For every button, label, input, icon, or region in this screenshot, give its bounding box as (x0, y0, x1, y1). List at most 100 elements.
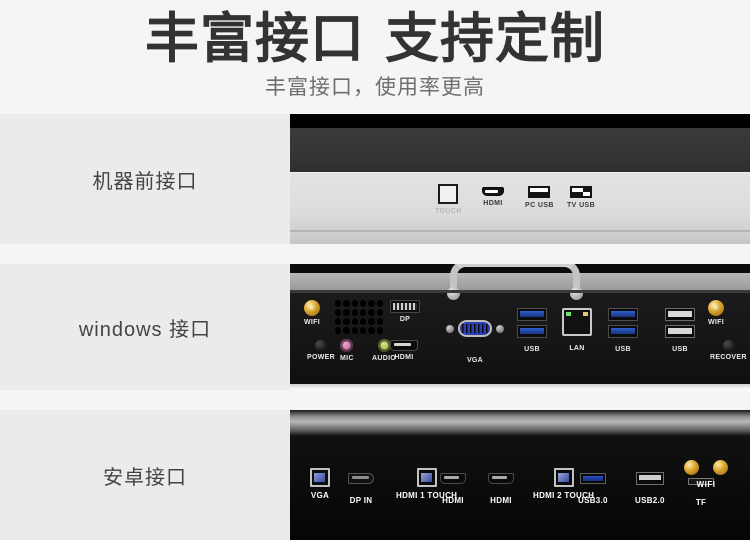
port-usb-3[interactable]: USB (665, 308, 695, 353)
port-label: USB (615, 346, 631, 353)
vga-screw-icon (446, 324, 454, 333)
section-front-ports: 机器前接口 TOUCH HDMI PC USB TV USB (0, 114, 750, 244)
usb-stack (517, 308, 547, 338)
port-label: HDMI (483, 200, 503, 207)
port-usb-1[interactable]: USB (517, 308, 547, 353)
port-label: DP (399, 316, 411, 323)
hdmi-port-icon (488, 473, 514, 484)
usb3-port-icon (608, 325, 638, 338)
usb-port-icon (528, 186, 551, 198)
port-label: VGA (310, 491, 330, 500)
port-label: MIC (340, 355, 354, 362)
port-usb30[interactable]: USB3.0 (578, 473, 608, 506)
usb-port-icon (570, 186, 593, 198)
port-label: USB (672, 346, 688, 353)
port-power[interactable]: POWER (307, 340, 335, 361)
port-mic[interactable]: MIC (340, 339, 354, 362)
port-vga[interactable]: VGA (446, 320, 504, 364)
port-label: WIFI (708, 319, 724, 326)
photo-android-ports: VGA DP IN HDMI 1 TOUCH HDMI HDMI HDMI 2 … (290, 410, 750, 540)
vga-port-icon (310, 468, 330, 487)
hdmi-port-icon (440, 473, 466, 484)
port-touch[interactable]: TOUCH (435, 184, 462, 215)
port-wifi-right[interactable]: WIFI (708, 300, 724, 326)
front-port-cluster: TOUCH HDMI PC USB TV USB (290, 172, 750, 244)
page-title: 丰富接口 支持定制 (0, 8, 750, 70)
display-top-black-bar (290, 114, 750, 128)
hdmi-touch-port-icon (553, 468, 574, 487)
section-android-ports: 安卓接口 VGA DP IN HDMI 1 TOUCH HDMI HDMI HD… (0, 410, 750, 540)
port-hdmi-a[interactable]: HDMI (440, 473, 466, 506)
port-label: RECOVER (710, 354, 747, 361)
port-label: VGA (466, 357, 484, 364)
section-label-front: 机器前接口 (92, 170, 198, 193)
port-label: USB2.0 (635, 496, 665, 505)
port-label: WIFI (304, 319, 320, 326)
port-tv-usb[interactable]: TV USB (567, 186, 595, 209)
hdmi-port-icon (482, 187, 504, 196)
plate-top-edge (290, 290, 750, 293)
port-label: POWER (307, 354, 335, 361)
wifi-antenna-icon (304, 300, 320, 316)
vga-port-icon (458, 320, 492, 337)
port-label: PC USB (525, 202, 554, 209)
wifi-antenna-icon (708, 300, 724, 316)
port-label: WIFI (696, 480, 716, 489)
port-label: USB (524, 346, 540, 353)
recover-button-icon[interactable] (722, 340, 734, 351)
port-wifi-left[interactable]: WIFI (304, 300, 320, 326)
photo-front-ports: TOUCH HDMI PC USB TV USB (290, 114, 750, 244)
port-hdmi[interactable]: HDMI (482, 187, 504, 207)
port-label: USB3.0 (578, 496, 608, 505)
port-label: HDMI (490, 496, 512, 505)
page-subtitle: 丰富接口，使用率更高 (265, 76, 485, 99)
displayport-icon (390, 300, 420, 313)
usb3-port-icon (517, 325, 547, 338)
port-label: HDMI (394, 354, 414, 361)
port-label: HDMI (442, 496, 464, 505)
vga-assembly (446, 320, 504, 337)
usb-stack (608, 308, 638, 338)
port-label: DP IN (349, 496, 373, 505)
photo-windows-ports: WIFI DP POWER MIC AUDIO HDMI VGA USB LAN… (290, 264, 750, 390)
section-label-android: 安卓接口 (103, 466, 187, 489)
panel-bottom-edge (290, 384, 750, 390)
wifi-antenna-icon (713, 460, 728, 475)
port-vga[interactable]: VGA (310, 468, 330, 501)
vga-screw-icon (496, 324, 504, 333)
port-lan[interactable]: LAN (562, 308, 592, 352)
page-title-part2: 支持定制 (385, 9, 605, 69)
display-dark-band (290, 128, 750, 172)
port-usb20[interactable]: USB2.0 (635, 472, 665, 506)
chassis-reflective-shelf (290, 410, 750, 436)
port-recover[interactable]: RECOVER (710, 340, 747, 361)
page-header: 丰富接口 支持定制 丰富接口，使用率更高 (0, 0, 750, 112)
port-wifi-android[interactable]: WIFI (684, 460, 728, 489)
hdmi-touch-port-icon (416, 468, 437, 487)
port-dp[interactable]: DP (390, 300, 420, 323)
section-label-windows: windows 接口 (78, 318, 212, 341)
wifi-antenna-icon (684, 460, 699, 475)
usb3-port-icon (517, 308, 547, 321)
audio-jack-icon (377, 339, 391, 352)
port-hdmi-b[interactable]: HDMI (488, 473, 514, 506)
product-detail-page: 丰富接口 支持定制 丰富接口，使用率更高 机器前接口 TOUCH HDMI PC… (0, 0, 750, 540)
port-pc-usb[interactable]: PC USB (525, 186, 554, 209)
hdmi-port-icon (390, 340, 418, 351)
usb3-port-icon (579, 473, 606, 484)
port-usb-2[interactable]: USB (608, 308, 638, 353)
port-label: TV USB (567, 202, 596, 209)
mic-jack-icon (340, 339, 354, 352)
page-title-part1: 丰富接口 (145, 9, 365, 69)
port-label: TOUCH (435, 208, 462, 215)
power-button-icon[interactable] (315, 340, 327, 351)
port-dp-in[interactable]: DP IN (348, 473, 374, 506)
usb2-port-icon (665, 308, 695, 321)
displayport-icon (348, 473, 374, 484)
port-hdmi[interactable]: HDMI (390, 340, 418, 361)
port-label: TF (695, 498, 707, 507)
section-windows-ports: windows 接口 WIFI DP POWER MIC AUDIO HDMI … (0, 264, 750, 390)
lan-port-icon (562, 308, 592, 336)
usb3-port-icon (608, 308, 638, 321)
vent-holes-icon (335, 300, 383, 334)
